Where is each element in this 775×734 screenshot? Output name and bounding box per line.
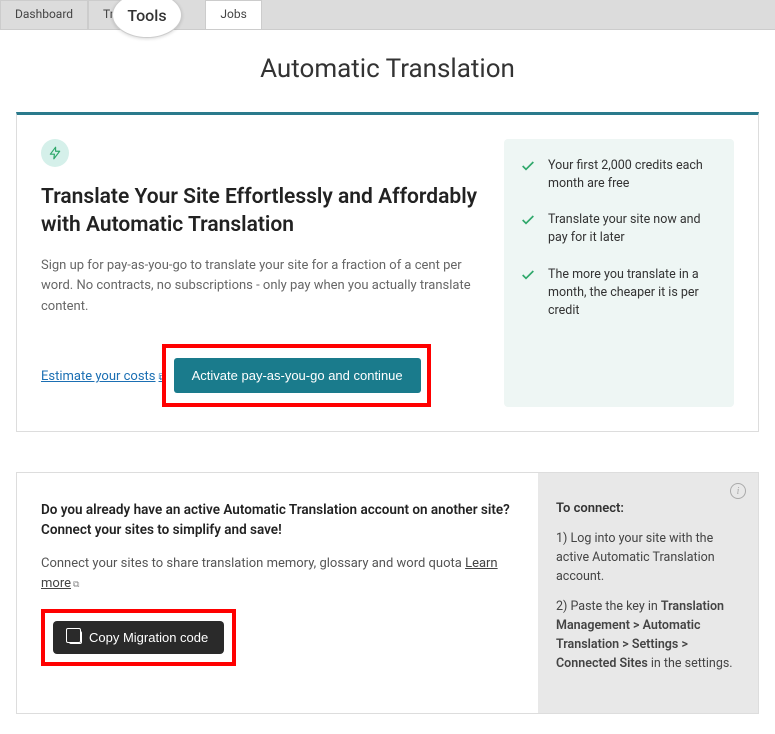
migration-section: Do you already have an active Automatic …	[16, 472, 759, 714]
benefit-text: The more you translate in a month, the c…	[548, 266, 718, 320]
benefit-text: Translate your site now and pay for it l…	[548, 211, 718, 247]
tab-dashboard[interactable]: Dashboard	[0, 0, 88, 29]
migration-heading: Do you already have an active Automatic …	[41, 501, 514, 540]
connect-step-1: 1) Log into your site with the active Au…	[556, 530, 740, 586]
lightning-icon	[41, 139, 69, 167]
tab-bar: Dashboard Transla Jobs Tools	[0, 0, 775, 30]
connect-step-2: 2) Paste the key in Translation Manageme…	[556, 598, 740, 673]
benefit-text: Your first 2,000 credits each month are …	[548, 157, 718, 193]
card-heading: Translate Your Site Effortlessly and Aff…	[41, 183, 484, 240]
page-title: Automatic Translation	[0, 30, 775, 112]
estimate-costs-link[interactable]: Estimate your costs⧉	[41, 369, 166, 384]
promo-card: Translate Your Site Effortlessly and Aff…	[16, 112, 759, 432]
migration-description: Connect your sites to share translation …	[41, 554, 514, 593]
benefit-item: Translate your site now and pay for it l…	[520, 211, 718, 247]
benefit-item: The more you translate in a month, the c…	[520, 266, 718, 320]
copy-migration-code-button[interactable]: Copy Migration code	[53, 621, 224, 654]
connect-title: To connect:	[556, 501, 740, 516]
tab-jobs[interactable]: Jobs	[205, 0, 261, 29]
external-link-icon: ⧉	[73, 580, 79, 590]
info-icon[interactable]: i	[730, 483, 746, 499]
activate-button[interactable]: Activate pay-as-you-go and continue	[174, 358, 421, 393]
check-icon	[520, 267, 536, 283]
check-icon	[520, 212, 536, 228]
benefit-item: Your first 2,000 credits each month are …	[520, 157, 718, 193]
highlight-copy: Copy Migration code	[41, 609, 236, 666]
benefits-panel: Your first 2,000 credits each month are …	[504, 139, 734, 407]
check-icon	[520, 158, 536, 174]
copy-icon	[69, 631, 82, 644]
highlight-activate: Activate pay-as-you-go and continue	[162, 344, 431, 407]
card-description: Sign up for pay-as-you-go to translate y…	[41, 256, 484, 318]
